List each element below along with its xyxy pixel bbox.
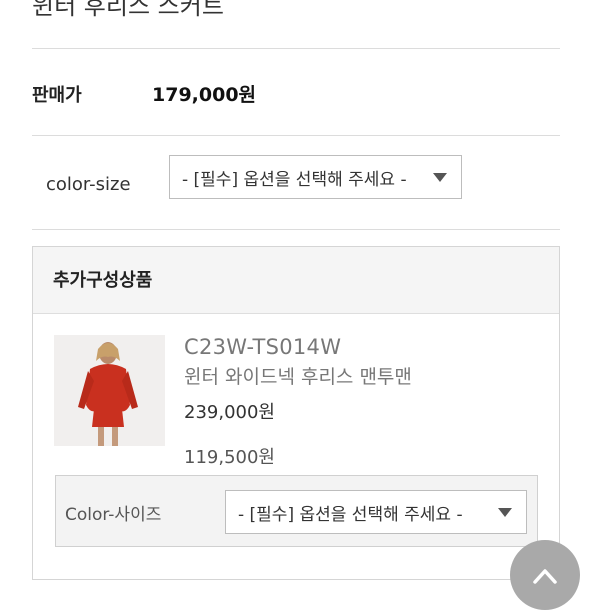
price-value: 179,000원 (152, 84, 257, 106)
chevron-up-icon (533, 569, 557, 584)
caret-down-icon (433, 172, 447, 182)
original-price: 239,000원 (184, 402, 275, 423)
item-option-select-value: - [필수] 옵션을 선택해 주세요 - (238, 504, 463, 525)
model-in-red-outfit-image (54, 335, 165, 446)
sale-price: 119,500원 (184, 447, 275, 468)
product-name: 윈터 와이드넥 후리스 맨투맨 (184, 366, 412, 388)
product-code: C23W-TS014W (184, 335, 342, 359)
price-label: 판매가 (32, 85, 82, 106)
item-option-label: Color-사이즈 (65, 505, 162, 525)
option-select-value: - [필수] 옵션을 선택해 주세요 - (182, 169, 407, 190)
divider (32, 229, 560, 230)
item-option-select[interactable]: - [필수] 옵션을 선택해 주세요 - (225, 490, 527, 534)
divider (32, 48, 560, 49)
product-thumbnail[interactable] (54, 335, 165, 446)
divider (32, 135, 560, 136)
product-title: 윈터 후리스 스커트 (32, 0, 224, 20)
additional-products-heading: 추가구성상품 (53, 270, 153, 291)
option-select[interactable]: - [필수] 옵션을 선택해 주세요 - (169, 155, 462, 199)
scroll-to-top-button[interactable] (510, 540, 580, 610)
caret-down-icon (498, 507, 512, 517)
option-label: color-size (46, 174, 131, 195)
